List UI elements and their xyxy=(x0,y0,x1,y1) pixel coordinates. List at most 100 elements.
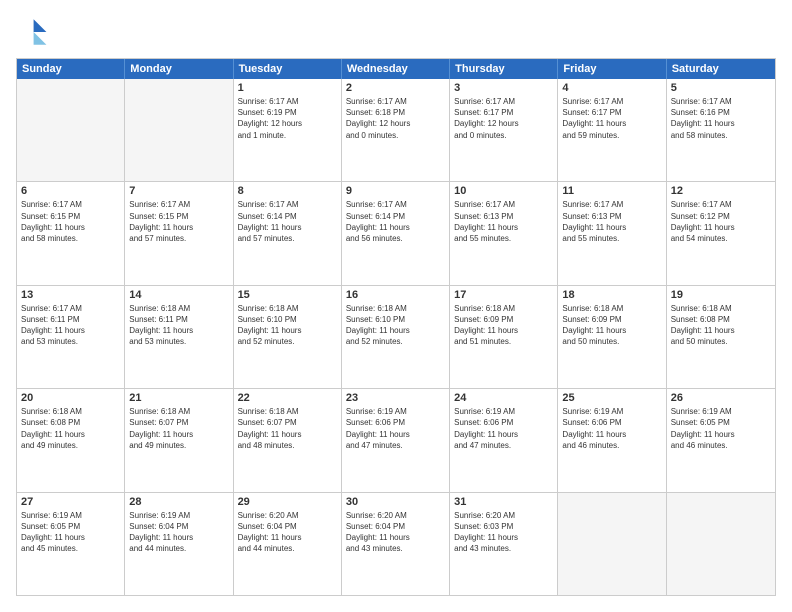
calendar-cell: 16 Sunrise: 6:18 AM Sunset: 6:10 PM Dayli… xyxy=(342,286,450,388)
day-number: 8 xyxy=(238,185,337,197)
logo xyxy=(16,16,52,48)
day-content: Sunrise: 6:18 AM Sunset: 6:10 PM Dayligh… xyxy=(346,303,445,348)
header-day: Sunday xyxy=(17,59,125,79)
day-number: 16 xyxy=(346,289,445,301)
day-content: Sunrise: 6:17 AM Sunset: 6:19 PM Dayligh… xyxy=(238,96,337,141)
day-number: 31 xyxy=(454,496,553,508)
calendar-row: 6Sunrise: 6:17 AM Sunset: 6:15 PM Daylig… xyxy=(17,182,775,285)
calendar-cell: 24 Sunrise: 6:19 AM Sunset: 6:06 PM Dayli… xyxy=(450,389,558,491)
day-content: Sunrise: 6:17 AM Sunset: 6:11 PM Dayligh… xyxy=(21,303,120,348)
header-day: Monday xyxy=(125,59,233,79)
day-number: 24 xyxy=(454,392,553,404)
calendar-cell xyxy=(125,79,233,181)
day-content: Sunrise: 6:18 AM Sunset: 6:09 PM Dayligh… xyxy=(454,303,553,348)
calendar-cell: 14 Sunrise: 6:18 AM Sunset: 6:11 PM Dayli… xyxy=(125,286,233,388)
day-content: Sunrise: 6:17 AM Sunset: 6:17 PM Dayligh… xyxy=(454,96,553,141)
day-number: 18 xyxy=(562,289,661,301)
calendar-cell: 7 Sunrise: 6:17 AM Sunset: 6:15 PM Daylig… xyxy=(125,182,233,284)
calendar-cell: 10Sunrise: 6:17 AM Sunset: 6:13 PM Dayli… xyxy=(450,182,558,284)
calendar-body: 1 Sunrise: 6:17 AM Sunset: 6:19 PM Daylig… xyxy=(17,79,775,595)
calendar-cell: 8 Sunrise: 6:17 AM Sunset: 6:14 PM Daylig… xyxy=(234,182,342,284)
calendar-cell: 21Sunrise: 6:18 AM Sunset: 6:07 PM Dayli… xyxy=(125,389,233,491)
calendar-cell: 4 Sunrise: 6:17 AM Sunset: 6:17 PM Daylig… xyxy=(558,79,666,181)
calendar-cell: 9 Sunrise: 6:17 AM Sunset: 6:14 PM Daylig… xyxy=(342,182,450,284)
day-number: 17 xyxy=(454,289,553,301)
header-day: Thursday xyxy=(450,59,558,79)
header-day: Tuesday xyxy=(234,59,342,79)
day-number: 27 xyxy=(21,496,120,508)
day-number: 7 xyxy=(129,185,228,197)
day-content: Sunrise: 6:17 AM Sunset: 6:12 PM Dayligh… xyxy=(671,199,771,244)
calendar-cell: 11Sunrise: 6:17 AM Sunset: 6:13 PM Dayli… xyxy=(558,182,666,284)
header-day: Saturday xyxy=(667,59,775,79)
calendar-cell: 30 Sunrise: 6:20 AM Sunset: 6:04 PM Dayli… xyxy=(342,493,450,595)
day-number: 26 xyxy=(671,392,771,404)
calendar-cell: 29 Sunrise: 6:20 AM Sunset: 6:04 PM Dayli… xyxy=(234,493,342,595)
calendar-cell: 19 Sunrise: 6:18 AM Sunset: 6:08 PM Dayli… xyxy=(667,286,775,388)
calendar-cell: 31 Sunrise: 6:20 AM Sunset: 6:03 PM Dayli… xyxy=(450,493,558,595)
day-content: Sunrise: 6:17 AM Sunset: 6:16 PM Dayligh… xyxy=(671,96,771,141)
day-content: Sunrise: 6:18 AM Sunset: 6:10 PM Dayligh… xyxy=(238,303,337,348)
day-content: Sunrise: 6:17 AM Sunset: 6:15 PM Dayligh… xyxy=(21,199,120,244)
day-content: Sunrise: 6:18 AM Sunset: 6:08 PM Dayligh… xyxy=(671,303,771,348)
day-number: 15 xyxy=(238,289,337,301)
calendar-row: 13 Sunrise: 6:17 AM Sunset: 6:11 PM Dayli… xyxy=(17,286,775,389)
day-number: 5 xyxy=(671,82,771,94)
day-number: 20 xyxy=(21,392,120,404)
calendar-cell: 6Sunrise: 6:17 AM Sunset: 6:15 PM Daylig… xyxy=(17,182,125,284)
calendar-cell xyxy=(667,493,775,595)
day-content: Sunrise: 6:17 AM Sunset: 6:14 PM Dayligh… xyxy=(238,199,337,244)
day-number: 13 xyxy=(21,289,120,301)
calendar-cell: 17 Sunrise: 6:18 AM Sunset: 6:09 PM Dayli… xyxy=(450,286,558,388)
day-content: Sunrise: 6:18 AM Sunset: 6:07 PM Dayligh… xyxy=(129,406,228,451)
day-content: Sunrise: 6:18 AM Sunset: 6:09 PM Dayligh… xyxy=(562,303,661,348)
calendar-cell: 1 Sunrise: 6:17 AM Sunset: 6:19 PM Daylig… xyxy=(234,79,342,181)
header-day: Wednesday xyxy=(342,59,450,79)
day-content: Sunrise: 6:18 AM Sunset: 6:07 PM Dayligh… xyxy=(238,406,337,451)
day-number: 2 xyxy=(346,82,445,94)
calendar-cell: 13 Sunrise: 6:17 AM Sunset: 6:11 PM Dayli… xyxy=(17,286,125,388)
calendar-cell: 25Sunrise: 6:19 AM Sunset: 6:06 PM Dayli… xyxy=(558,389,666,491)
day-content: Sunrise: 6:18 AM Sunset: 6:11 PM Dayligh… xyxy=(129,303,228,348)
calendar-cell: 27 Sunrise: 6:19 AM Sunset: 6:05 PM Dayli… xyxy=(17,493,125,595)
day-content: Sunrise: 6:20 AM Sunset: 6:04 PM Dayligh… xyxy=(238,510,337,555)
day-content: Sunrise: 6:19 AM Sunset: 6:04 PM Dayligh… xyxy=(129,510,228,555)
day-content: Sunrise: 6:19 AM Sunset: 6:06 PM Dayligh… xyxy=(562,406,661,451)
day-content: Sunrise: 6:19 AM Sunset: 6:05 PM Dayligh… xyxy=(671,406,771,451)
page: SundayMondayTuesdayWednesdayThursdayFrid… xyxy=(0,0,792,612)
day-content: Sunrise: 6:17 AM Sunset: 6:17 PM Dayligh… xyxy=(562,96,661,141)
day-number: 30 xyxy=(346,496,445,508)
calendar-header: SundayMondayTuesdayWednesdayThursdayFrid… xyxy=(17,59,775,79)
calendar-cell: 23 Sunrise: 6:19 AM Sunset: 6:06 PM Dayli… xyxy=(342,389,450,491)
day-content: Sunrise: 6:17 AM Sunset: 6:13 PM Dayligh… xyxy=(562,199,661,244)
calendar-cell: 20 Sunrise: 6:18 AM Sunset: 6:08 PM Dayli… xyxy=(17,389,125,491)
logo-icon xyxy=(16,16,48,48)
day-content: Sunrise: 6:17 AM Sunset: 6:14 PM Dayligh… xyxy=(346,199,445,244)
day-number: 12 xyxy=(671,185,771,197)
calendar-cell: 28 Sunrise: 6:19 AM Sunset: 6:04 PM Dayli… xyxy=(125,493,233,595)
calendar-cell: 2 Sunrise: 6:17 AM Sunset: 6:18 PM Daylig… xyxy=(342,79,450,181)
calendar-cell: 22 Sunrise: 6:18 AM Sunset: 6:07 PM Dayli… xyxy=(234,389,342,491)
calendar-cell: 15 Sunrise: 6:18 AM Sunset: 6:10 PM Dayli… xyxy=(234,286,342,388)
day-number: 29 xyxy=(238,496,337,508)
day-content: Sunrise: 6:18 AM Sunset: 6:08 PM Dayligh… xyxy=(21,406,120,451)
day-number: 14 xyxy=(129,289,228,301)
header-day: Friday xyxy=(558,59,666,79)
day-content: Sunrise: 6:20 AM Sunset: 6:04 PM Dayligh… xyxy=(346,510,445,555)
day-number: 23 xyxy=(346,392,445,404)
day-content: Sunrise: 6:17 AM Sunset: 6:18 PM Dayligh… xyxy=(346,96,445,141)
day-content: Sunrise: 6:19 AM Sunset: 6:06 PM Dayligh… xyxy=(346,406,445,451)
day-number: 19 xyxy=(671,289,771,301)
day-number: 22 xyxy=(238,392,337,404)
day-number: 1 xyxy=(238,82,337,94)
day-number: 9 xyxy=(346,185,445,197)
day-number: 4 xyxy=(562,82,661,94)
calendar-cell xyxy=(17,79,125,181)
day-number: 28 xyxy=(129,496,228,508)
day-content: Sunrise: 6:19 AM Sunset: 6:05 PM Dayligh… xyxy=(21,510,120,555)
day-content: Sunrise: 6:19 AM Sunset: 6:06 PM Dayligh… xyxy=(454,406,553,451)
day-content: Sunrise: 6:20 AM Sunset: 6:03 PM Dayligh… xyxy=(454,510,553,555)
day-content: Sunrise: 6:17 AM Sunset: 6:13 PM Dayligh… xyxy=(454,199,553,244)
calendar-cell: 18 Sunrise: 6:18 AM Sunset: 6:09 PM Dayli… xyxy=(558,286,666,388)
day-content: Sunrise: 6:17 AM Sunset: 6:15 PM Dayligh… xyxy=(129,199,228,244)
